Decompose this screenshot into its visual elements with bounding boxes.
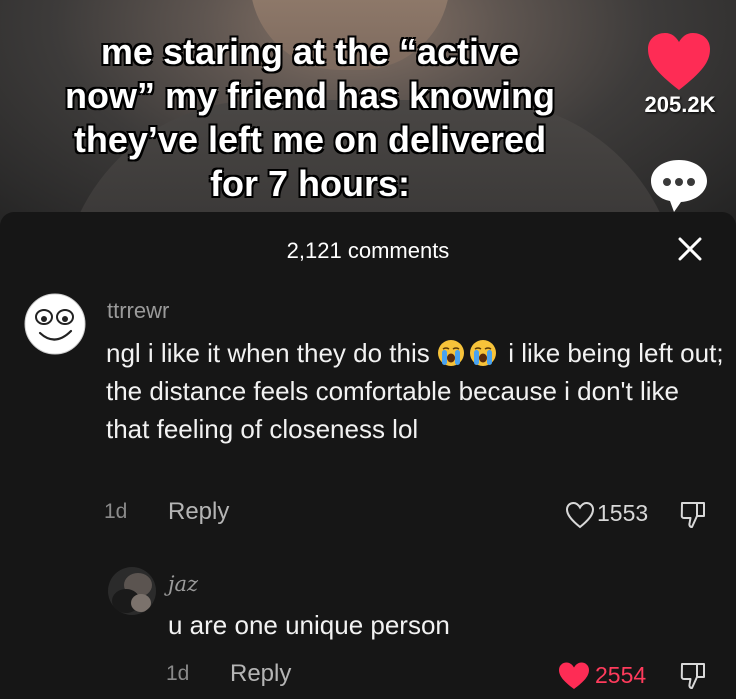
heart-outline-icon[interactable] <box>565 501 595 529</box>
like-heart-icon[interactable] <box>646 32 712 92</box>
video-caption: me staring at the “active now” my friend… <box>40 30 580 206</box>
comments-count: 2,121 comments <box>286 238 450 263</box>
thumbs-down-icon[interactable] <box>679 661 707 691</box>
comment-like-count: 2554 <box>595 662 647 688</box>
caption-line: for 7 hours: <box>209 162 411 205</box>
comment-text: ngl i like it when they do this i like b… <box>106 334 726 448</box>
reply-button[interactable]: Reply <box>168 498 229 526</box>
comment-text: u are one unique person <box>168 610 450 640</box>
comment-username[interactable]: jaz <box>168 572 198 596</box>
caption-line: me staring at the “active <box>100 30 520 73</box>
comment-text-part: ngl i like it when they do this <box>106 338 437 368</box>
caption-line: now” my friend has knowing <box>64 74 556 117</box>
avatar[interactable] <box>108 567 156 615</box>
comment-username[interactable]: ttrrewr <box>107 298 169 324</box>
avatar[interactable] <box>24 293 86 355</box>
video-like-count: 205.2K <box>644 92 716 117</box>
close-icon[interactable] <box>677 236 703 262</box>
thumbs-down-icon[interactable] <box>679 500 707 530</box>
comment-bubble-icon[interactable] <box>648 158 710 214</box>
heart-filled-icon[interactable] <box>557 661 591 691</box>
comments-panel: 2,121 comments ttrrewr ngl i like it whe… <box>0 212 736 699</box>
caption-line: they’ve left me on delivered <box>73 118 547 161</box>
loudly-crying-face-icon <box>469 340 496 366</box>
loudly-crying-face-icon <box>437 340 464 366</box>
reply-button[interactable]: Reply <box>230 660 291 688</box>
comment-age: 1d <box>166 662 190 685</box>
comment-age: 1d <box>104 500 128 523</box>
comment-like-count: 1553 <box>597 500 649 526</box>
